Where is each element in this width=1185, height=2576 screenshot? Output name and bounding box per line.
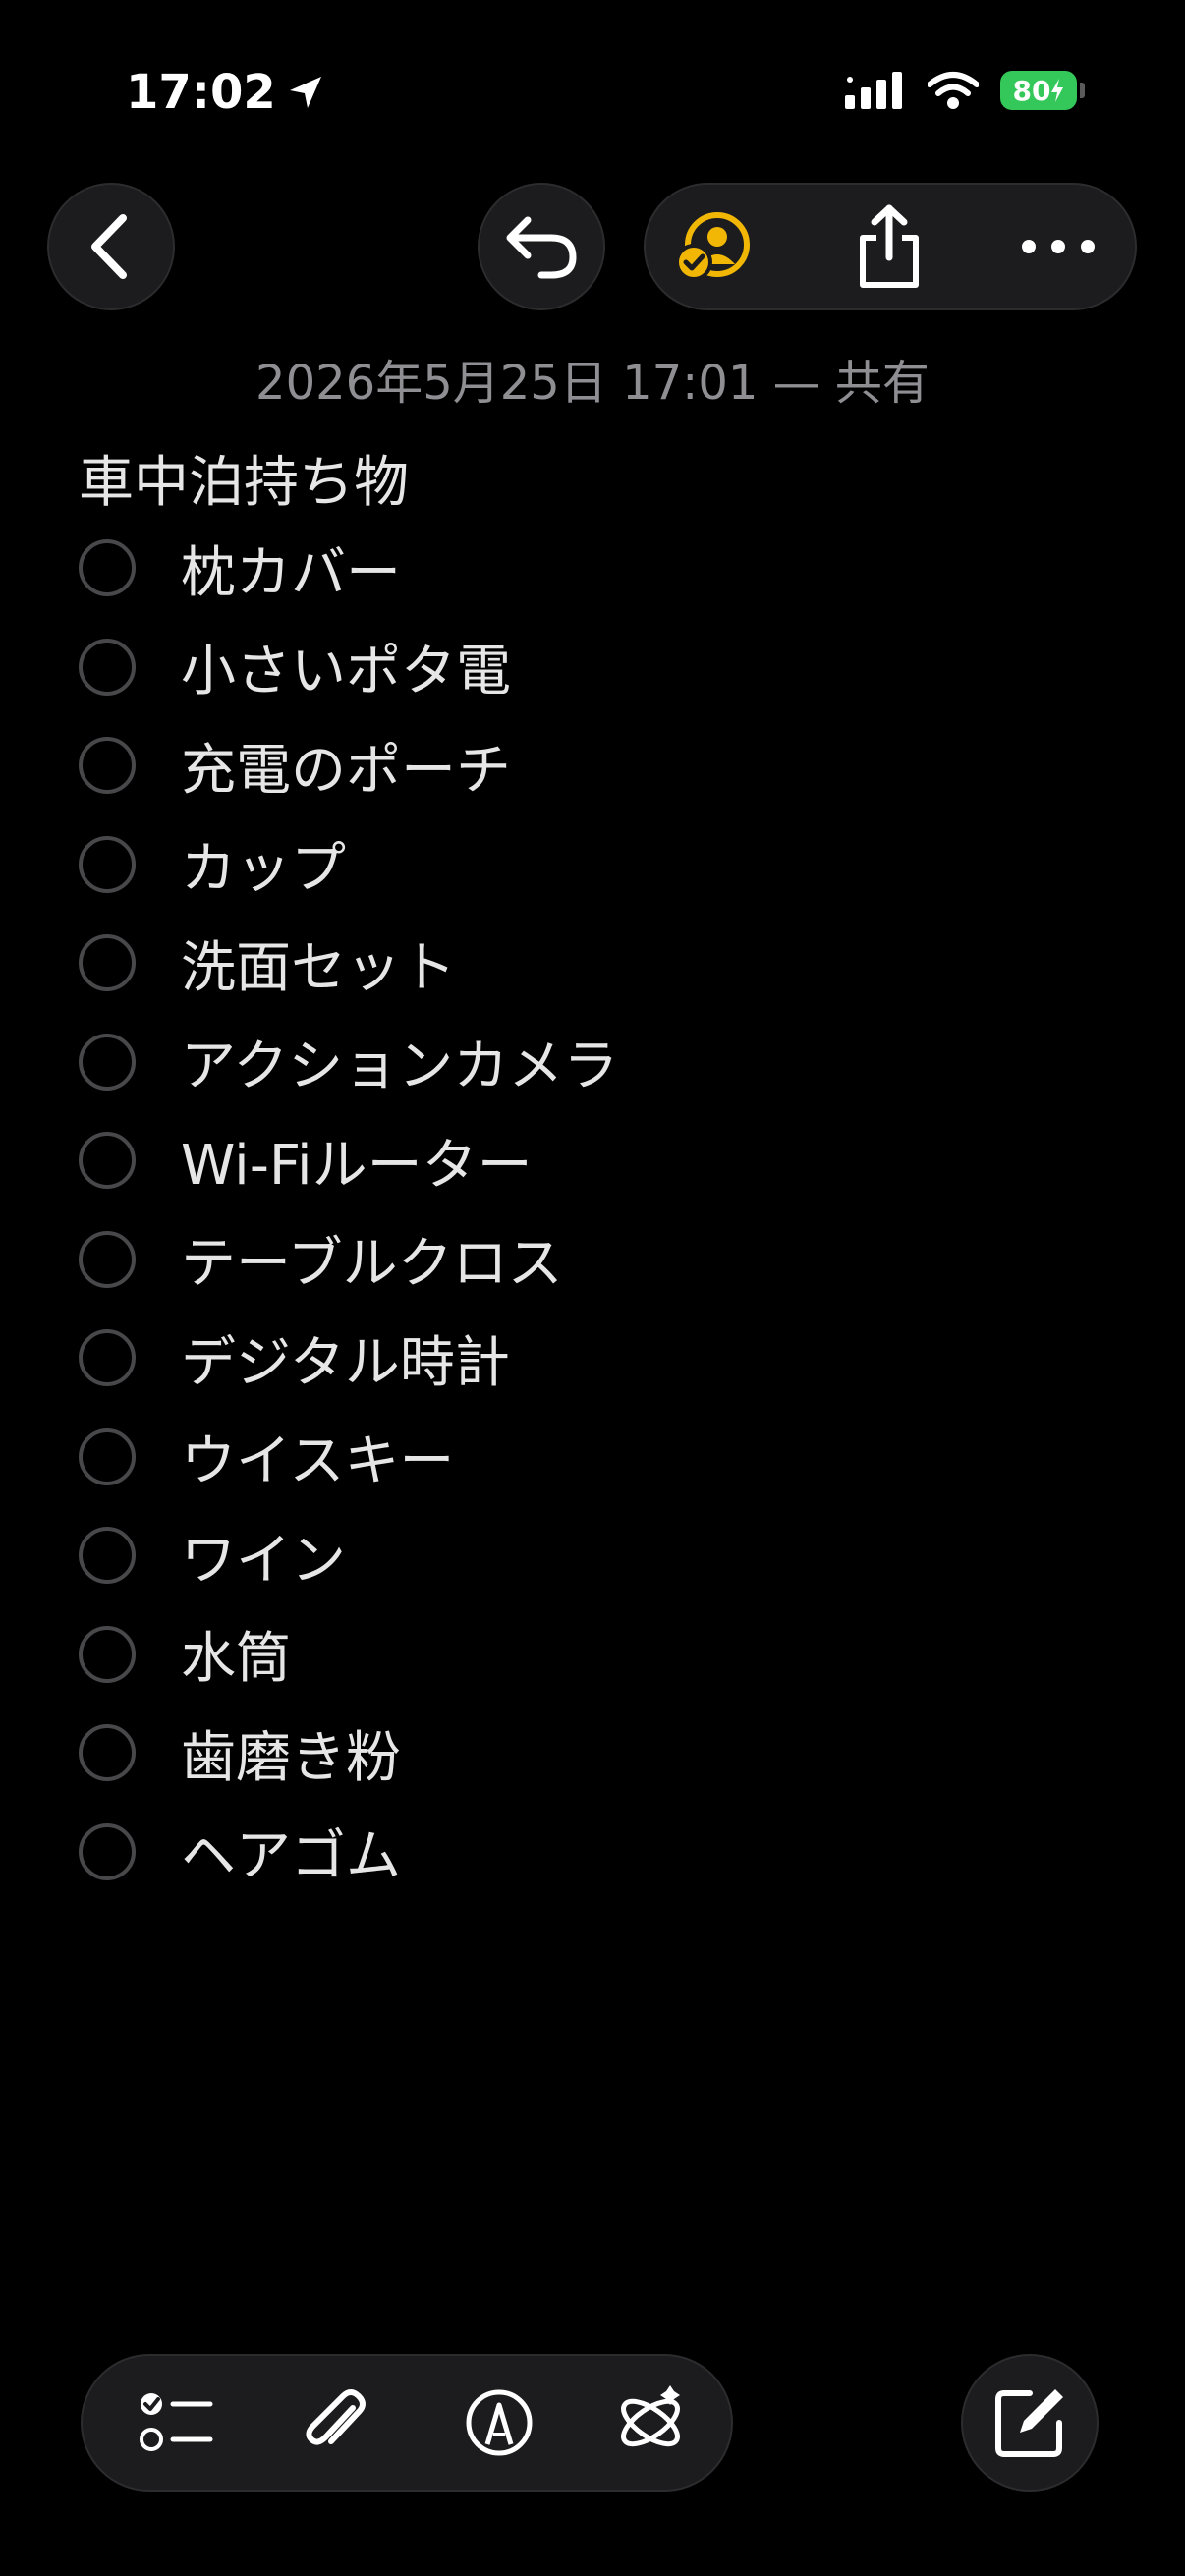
battery-level: 80 [1012,74,1051,107]
checklist-item-label[interactable]: Wi-Fiルーター [181,1121,533,1201]
checklist-button[interactable] [108,2356,246,2490]
checklist-item: カップ [79,815,618,915]
chevron-left-icon [91,214,127,279]
share-icon [860,204,919,288]
checkbox-circle[interactable] [79,1329,136,1387]
checkbox-circle[interactable] [79,1822,136,1880]
compose-icon [995,2389,1063,2457]
new-note-button[interactable] [961,2354,1099,2492]
checklist-item: ヘアゴム [79,1803,618,1902]
checklist-item-label[interactable]: 枕カバー [181,529,401,608]
markup-button[interactable] [430,2356,568,2490]
ellipsis-icon [1022,240,1095,253]
checkbox-circle[interactable] [79,835,136,893]
checklist-item-label[interactable]: ヘアゴム [181,1812,401,1891]
checkbox-circle[interactable] [79,1230,136,1288]
note-actions-group [644,183,1137,310]
more-button[interactable] [989,185,1127,308]
checklist-item-label[interactable]: 充電のポーチ [181,726,511,806]
status-indicators: 80 [845,71,1085,110]
checkbox-circle[interactable] [79,1033,136,1091]
checklist-icon [140,2393,213,2451]
checkbox-circle[interactable] [79,1527,136,1585]
checklist-item: 洗面セット [79,914,618,1013]
checklist-item: Wi-Fiルーター [79,1111,618,1210]
checklist-item: 水筒 [79,1605,618,1705]
checklist-item: 枕カバー [79,519,618,618]
attach-button[interactable] [265,2356,403,2490]
checkbox-circle[interactable] [79,638,136,696]
checklist-item: デジタル時計 [79,1309,618,1408]
checklist-item-label[interactable]: ウイスキー [181,1417,454,1496]
checkbox-circle[interactable] [79,1428,136,1485]
checkbox-circle[interactable] [79,1132,136,1190]
checklist-item-label[interactable]: アクションカメラ [181,1022,618,1101]
checklist-item-label[interactable]: カップ [181,824,346,904]
checklist-item: ウイスキー [79,1408,618,1507]
checkbox-circle[interactable] [79,1724,136,1782]
checklist-item-label[interactable]: 水筒 [181,1614,291,1694]
bottom-toolbar [81,2354,733,2492]
checklist-item-label[interactable]: 歯磨き粉 [181,1713,401,1793]
note-date-line: 2026年5月25日 17:01 — 共有 [255,356,930,411]
checklist: 枕カバー 小さいポタ電 充電のポーチ カップ 洗面セット アクションカメラ Wi… [79,519,618,1901]
status-time-text: 17:02 [126,65,276,120]
wifi-icon [928,72,979,109]
checklist-item-label[interactable]: デジタル時計 [181,1318,510,1398]
collaboration-button[interactable] [646,185,783,308]
undo-icon [506,216,577,279]
charging-bolt-icon [1051,79,1064,102]
checklist-item: アクションカメラ [79,1013,618,1112]
back-button[interactable] [47,183,175,310]
checklist-item-label[interactable]: 小さいポタ電 [181,627,511,706]
checklist-item: テーブルクロス [79,1210,618,1310]
note-title[interactable]: 車中泊持ち物 [79,438,409,518]
share-button[interactable] [820,185,958,308]
checkbox-circle[interactable] [79,737,136,795]
shared-person-icon [675,212,750,281]
cellular-signal-icon [845,72,902,109]
writing-tools-button[interactable] [582,2356,719,2490]
checklist-item-label[interactable]: 洗面セット [181,924,456,1003]
checklist-item-label[interactable]: ワイン [181,1516,346,1596]
checkbox-circle[interactable] [79,539,136,597]
checklist-item: 小さいポタ電 [79,618,618,717]
battery-indicator: 80 [1000,71,1085,110]
pen-tip-icon [466,2389,533,2456]
checkbox-circle[interactable] [79,934,136,992]
location-arrow-icon [289,77,321,108]
checklist-item-label[interactable]: テーブルクロス [181,1219,563,1299]
checklist-item: 充電のポーチ [79,716,618,815]
status-time: 17:02 [126,65,325,120]
checklist-item: 歯磨き粉 [79,1704,618,1803]
checkbox-circle[interactable] [79,1625,136,1683]
undo-button[interactable] [478,183,605,310]
paperclip-icon [306,2389,366,2445]
apple-intelligence-icon [621,2385,680,2447]
checklist-item: ワイン [79,1506,618,1605]
